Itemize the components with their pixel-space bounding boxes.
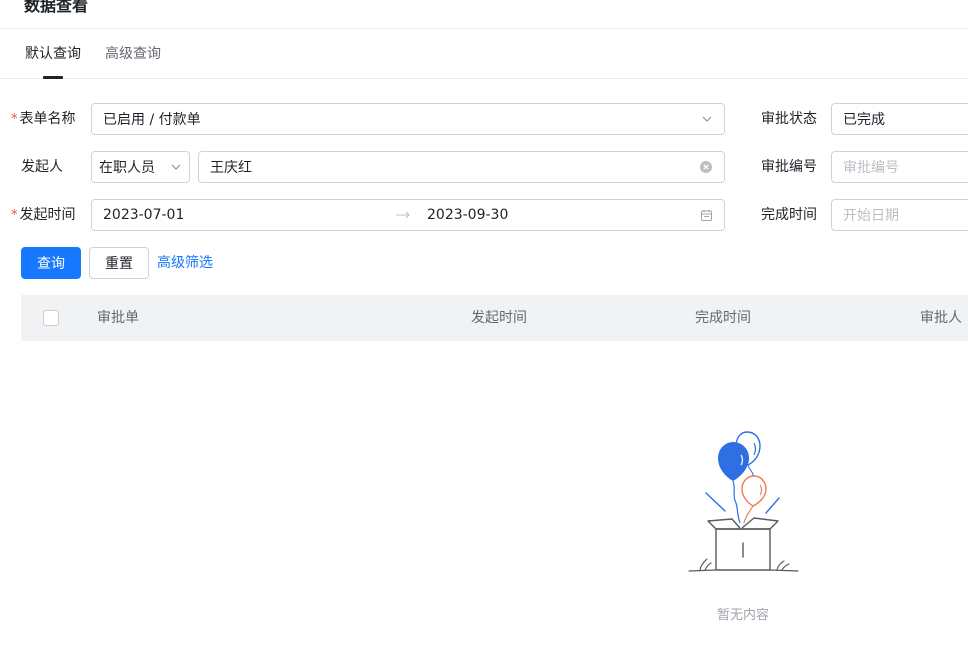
column-header-approval-form[interactable]: 审批单 bbox=[97, 295, 139, 341]
empty-box-balloons-icon bbox=[688, 431, 799, 572]
approval-status-label: 审批状态 bbox=[761, 111, 817, 127]
form-name-label: * 表单名称 bbox=[11, 111, 76, 127]
approval-no-label: 审批编号 bbox=[761, 159, 817, 175]
approval-no-placeholder: 审批编号 bbox=[843, 160, 899, 176]
column-header-start-time[interactable]: 发起时间 bbox=[471, 295, 527, 341]
column-header-approver[interactable]: 审批人 bbox=[920, 295, 962, 341]
range-start-value[interactable]: 2023-07-01 bbox=[103, 207, 391, 223]
form-name-select[interactable]: 已启用 / 付款单 bbox=[91, 103, 725, 135]
tab-default-query[interactable]: 默认查询 bbox=[25, 29, 81, 78]
query-button[interactable]: 查询 bbox=[21, 247, 81, 279]
arrow-right-icon bbox=[391, 210, 415, 220]
empty-state-text: 暂无内容 bbox=[716, 608, 769, 623]
start-time-label: * 发起时间 bbox=[11, 207, 76, 223]
calendar-icon bbox=[700, 209, 713, 222]
finish-time-placeholder: 开始日期 bbox=[843, 208, 899, 224]
page-title: 数据查看 bbox=[24, 0, 89, 15]
range-end-value[interactable]: 2023-09-30 bbox=[415, 207, 700, 223]
required-mark: * bbox=[11, 208, 18, 223]
initiator-type-select[interactable]: 在职人员 bbox=[91, 151, 190, 183]
start-time-range-picker[interactable]: 2023-07-01 2023-09-30 bbox=[91, 199, 725, 231]
finish-time-label: 完成时间 bbox=[761, 207, 817, 223]
active-tab-indicator bbox=[43, 76, 63, 79]
reset-button[interactable]: 重置 bbox=[89, 247, 149, 279]
chevron-down-icon bbox=[170, 161, 182, 173]
initiator-input[interactable]: 王庆红 bbox=[198, 151, 725, 183]
approval-status-value: 已完成 bbox=[843, 112, 885, 128]
select-all-checkbox[interactable] bbox=[43, 310, 59, 326]
approval-no-input[interactable]: 审批编号 bbox=[831, 151, 968, 183]
initiator-label: 发起人 bbox=[21, 159, 63, 175]
tab-advanced-query[interactable]: 高级查询 bbox=[105, 29, 161, 78]
column-header-finish-time[interactable]: 完成时间 bbox=[695, 295, 751, 341]
data-view-page: 数据查看 默认查询 高级查询 * 表单名称 已启用 / 付款单 审批状态 已完成 … bbox=[0, 0, 968, 660]
approval-status-select[interactable]: 已完成 bbox=[831, 103, 968, 135]
tab-bar: 默认查询 高级查询 bbox=[0, 29, 968, 79]
table-header: 审批单 发起时间 完成时间 审批人 bbox=[21, 295, 968, 341]
chevron-down-icon bbox=[701, 113, 713, 125]
initiator-value: 王庆红 bbox=[210, 160, 252, 176]
finish-time-picker[interactable]: 开始日期 bbox=[831, 199, 968, 231]
required-mark: * bbox=[11, 112, 18, 127]
initiator-type-value: 在职人员 bbox=[99, 160, 155, 176]
advanced-filter-link[interactable]: 高级筛选 bbox=[157, 247, 213, 279]
form-name-value: 已启用 / 付款单 bbox=[103, 112, 201, 128]
clear-icon[interactable] bbox=[699, 160, 713, 174]
